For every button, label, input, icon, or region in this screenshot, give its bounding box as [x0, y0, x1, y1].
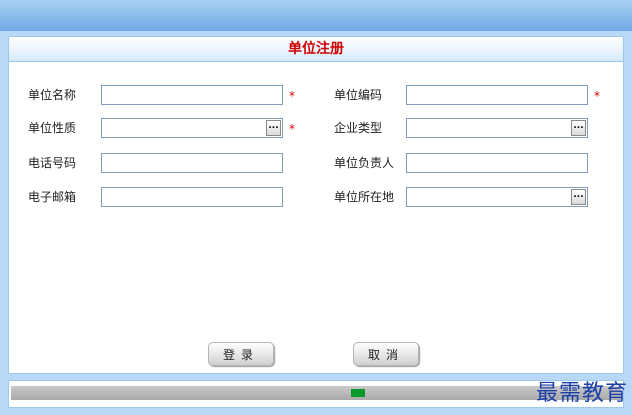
- form-title: 单位注册: [9, 37, 623, 62]
- login-button[interactable]: 登录: [208, 342, 274, 366]
- unit-name-label: 单位名称: [28, 88, 77, 102]
- unit-leader-label: 单位负责人: [334, 156, 395, 170]
- cancel-button[interactable]: 取消: [353, 342, 419, 366]
- required-asterisk: *: [594, 89, 600, 103]
- unit-location-field[interactable]: ...: [406, 187, 588, 207]
- unit-name-input[interactable]: [102, 86, 282, 104]
- watermark-text: 最需教育: [535, 381, 628, 406]
- progress-indicator: [351, 389, 365, 397]
- email-field[interactable]: [101, 187, 283, 207]
- phone-input[interactable]: [102, 154, 282, 172]
- required-asterisk: *: [289, 89, 295, 103]
- unit-leader-field[interactable]: [406, 153, 588, 173]
- window-frame: 单位注册 单位名称 * 单位编码 * 单位性质 ... * 企业类型 ... 电…: [0, 0, 632, 415]
- top-banner: [0, 0, 632, 31]
- required-asterisk: *: [289, 122, 295, 136]
- enterprise-type-field[interactable]: ...: [406, 118, 588, 138]
- unit-nature-field[interactable]: ...: [101, 118, 283, 138]
- status-bar: [8, 380, 624, 408]
- unit-location-picker-button[interactable]: ...: [571, 189, 586, 205]
- registration-panel: 单位注册 单位名称 * 单位编码 * 单位性质 ... * 企业类型 ... 电…: [8, 36, 624, 374]
- unit-leader-input[interactable]: [407, 154, 587, 172]
- email-input[interactable]: [102, 188, 282, 206]
- unit-nature-input[interactable]: [102, 119, 282, 137]
- unit-code-input[interactable]: [407, 86, 587, 104]
- phone-field[interactable]: [101, 153, 283, 173]
- unit-code-label: 单位编码: [334, 88, 383, 102]
- unit-name-field[interactable]: [101, 85, 283, 105]
- progress-bar: [11, 386, 621, 400]
- enterprise-type-picker-button[interactable]: ...: [571, 120, 586, 136]
- unit-code-field[interactable]: [406, 85, 588, 105]
- unit-location-label: 单位所在地: [334, 190, 395, 204]
- unit-location-input[interactable]: [407, 188, 587, 206]
- email-label: 电子邮箱: [28, 190, 77, 204]
- enterprise-type-input[interactable]: [407, 119, 587, 137]
- unit-nature-picker-button[interactable]: ...: [266, 120, 281, 136]
- enterprise-type-label: 企业类型: [334, 121, 383, 135]
- phone-label: 电话号码: [28, 156, 77, 170]
- unit-nature-label: 单位性质: [28, 121, 77, 135]
